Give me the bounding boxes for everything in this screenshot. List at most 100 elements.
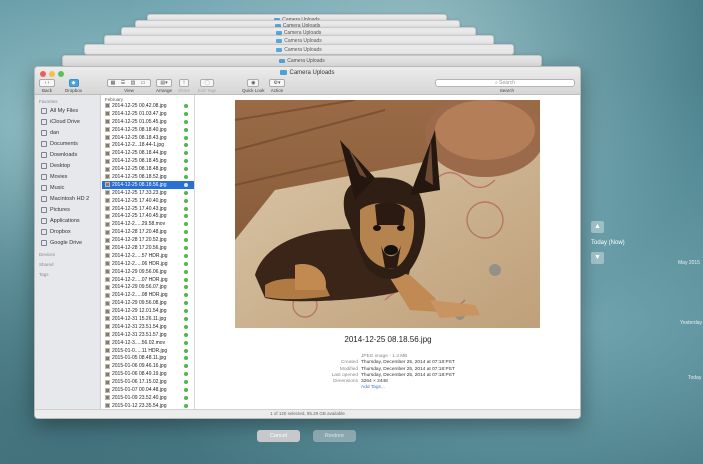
sidebar-header-favorites: Favorites [39,99,58,104]
sidebar-item[interactable]: Music [35,182,100,193]
file-row[interactable]: 2014-12-25 17.40.45.jpg [102,212,194,220]
file-row[interactable]: 2014-12-25 17.33.23.jpg [102,189,194,197]
sidebar-item[interactable]: Applications [35,215,100,226]
file-row[interactable]: 2015-01-0.....11 HDR.jpg [102,347,194,355]
file-name: 2015-01-09 23.52.40.jpg [112,394,167,401]
image-thumbnail-icon [105,308,110,314]
file-row[interactable]: 2015-01-12 23.35.54.jpg [102,402,194,409]
arrange-button[interactable]: ▤▾ Arrange [156,79,172,93]
sync-status-icon [184,238,188,243]
file-name: 2014-12-2.....57 HDR.jpg [112,252,168,259]
chevron-down-icon: ▼ [594,254,601,261]
edit-tags-button[interactable]: ◯ Edit Tags [198,79,216,93]
sync-status-icon [184,159,188,164]
add-tags-link[interactable]: Add Tags... [361,385,385,391]
window-toolbar: Camera Uploads ‹ › Back ◆ Dropbox ▦ ☰ ▥ … [35,67,580,95]
file-row[interactable]: 2014-12-29 09.56.08.jpg [102,299,194,307]
timeline-label-may-2015[interactable]: May 2015 [678,260,700,266]
image-thumbnail-icon [105,300,110,306]
timeline-label-today[interactable]: Today [688,375,701,381]
file-row[interactable]: 2014-12-25 00.42.08.jpg [102,102,194,110]
dropbox-toolbar-button[interactable]: ◆ Dropbox [65,79,82,93]
share-button[interactable]: ⇧ Share [178,79,190,93]
sidebar-item[interactable]: Documents [35,138,100,149]
file-row[interactable]: 2014-12-29 12.01.54.jpg [102,307,194,315]
action-button[interactable]: ⚙▾ Action [269,79,285,93]
file-row[interactable]: 2014-12-2.....07 HDR.jpg [102,276,194,284]
sidebar-item[interactable]: Macintosh HD 2 [35,193,100,204]
back-arrow-icon[interactable]: ‹ › [39,79,55,87]
restore-button[interactable]: Restore [313,430,356,442]
file-row[interactable]: 2014-12-29 09.56.06.jpg [102,268,194,276]
file-row[interactable]: 2014-12-31 23.51.57.jpg [102,331,194,339]
photo-preview[interactable] [235,100,540,328]
image-thumbnail-icon [105,190,110,196]
sidebar-item[interactable]: Google Drive [35,237,100,248]
sync-status-icon [184,167,188,172]
sidebar-header-shared[interactable]: Shared [35,258,100,268]
file-row[interactable]: 2015-01-06 09.46.16.jpg [102,362,194,370]
file-row[interactable]: 2014-12-25 17.40.40.jpg [102,197,194,205]
file-row[interactable]: 2014-12-25 08.18.48.jpg [102,165,194,173]
image-thumbnail-icon [105,166,110,172]
file-row[interactable]: 2014-12-29 09.56.07.jpg [102,283,194,291]
quick-look-button[interactable]: ◉ Quick Look [242,79,265,93]
sidebar-item[interactable]: Movies [35,171,100,182]
timeline-label-yesterday[interactable]: Yesterday [680,320,702,326]
movies-icon [41,173,47,180]
file-row[interactable]: 2014-12-25 01.03.47.jpg [102,110,194,118]
file-row[interactable]: 2014-12-31 15.26.11.jpg [102,315,194,323]
file-name: 2015-01-06 08.49.19.jpg [112,371,167,378]
timeline-down-arrow[interactable]: ▼ [591,252,604,264]
timeline-up-arrow[interactable]: ▲ [591,221,604,233]
image-thumbnail-icon [105,355,110,361]
file-row[interactable]: 2014-12-25 08.18.56.jpg [102,180,194,189]
file-row[interactable]: 2014-12-2...18.44-1.jpg [102,141,194,149]
file-row[interactable]: 2014-12-28 17.20.48.jpg [102,228,194,236]
sidebar-item-label: Movies [50,173,68,180]
image-thumbnail-icon [105,237,110,243]
sync-status-icon [184,245,188,250]
view-mode-icons[interactable]: ▦ ☰ ▥ ▭ [107,79,151,87]
sidebar-item[interactable]: Dropbox [35,226,100,237]
file-row[interactable]: 2014-12-25 08.18.44.jpg [102,149,194,157]
file-row[interactable]: 2015-01-05 08.48.11.jpg [102,355,194,363]
sidebar-item[interactable]: Desktop [35,160,100,171]
file-row[interactable]: 2014-12-2.....29.58.mov [102,220,194,228]
backup-window-stack-5[interactable]: Camera Uploads [84,44,514,55]
sidebar-item[interactable]: Pictures [35,204,100,215]
file-row[interactable]: 2015-01-07 00.04.48.jpg [102,386,194,394]
view-control[interactable]: ▦ ☰ ▥ ▭ View [107,79,151,93]
image-thumbnail-icon [105,245,110,251]
dropbox-label: Dropbox [65,88,83,93]
file-row[interactable]: 2014-12-28 17.20.56.jpg [102,244,194,252]
file-name: 2015-01-05 08.48.11.jpg [112,355,167,362]
sidebar-item[interactable]: iCloud Drive [35,116,100,127]
file-row[interactable]: 2014-12-25 17.40.43.jpg [102,205,194,213]
video-thumbnail-icon [105,340,110,346]
file-name: 2014-12-28 17.20.56.jpg [112,244,167,251]
sidebar-item[interactable]: dan [35,127,100,138]
file-row[interactable]: 2014-12-2.....06 HDR.jpg [102,260,194,268]
file-row[interactable]: 2015-01-06 17.15.02.jpg [102,378,194,386]
file-row[interactable]: 2014-12-25 08.18.43.jpg [102,134,194,142]
file-row[interactable]: 2014-12-3.....56.02.mov [102,339,194,347]
back-forward-control[interactable]: ‹ › Back [39,79,55,93]
sidebar-item[interactable]: Downloads [35,149,100,160]
search-input[interactable]: ⌕ Search [435,79,575,87]
file-row[interactable]: 2014-12-2.....57 HDR.jpg [102,252,194,260]
sync-status-icon [184,261,188,266]
file-row[interactable]: 2014-12-28 17.20.52.jpg [102,236,194,244]
file-row[interactable]: 2015-01-06 08.49.19.jpg [102,370,194,378]
sidebar-header-devices[interactable]: Devices [35,248,100,258]
file-row[interactable]: 2014-12-31 23.51.54.jpg [102,323,194,331]
file-row[interactable]: 2014-12-25 08.18.45.jpg [102,157,194,165]
file-row[interactable]: 2014-12-25 08.18.52.jpg [102,173,194,181]
sidebar-header-tags[interactable]: Tags [35,268,100,278]
file-row[interactable]: 2014-12-2.....08 HDR.jpg [102,291,194,299]
sidebar-item[interactable]: All My Files [35,105,100,116]
cancel-button[interactable]: Cancel [257,430,300,442]
file-row[interactable]: 2015-01-09 23.52.40.jpg [102,394,194,402]
file-row[interactable]: 2014-12-25 08.18.40.jpg [102,126,194,134]
file-row[interactable]: 2014-12-25 01.05.45.jpg [102,118,194,126]
